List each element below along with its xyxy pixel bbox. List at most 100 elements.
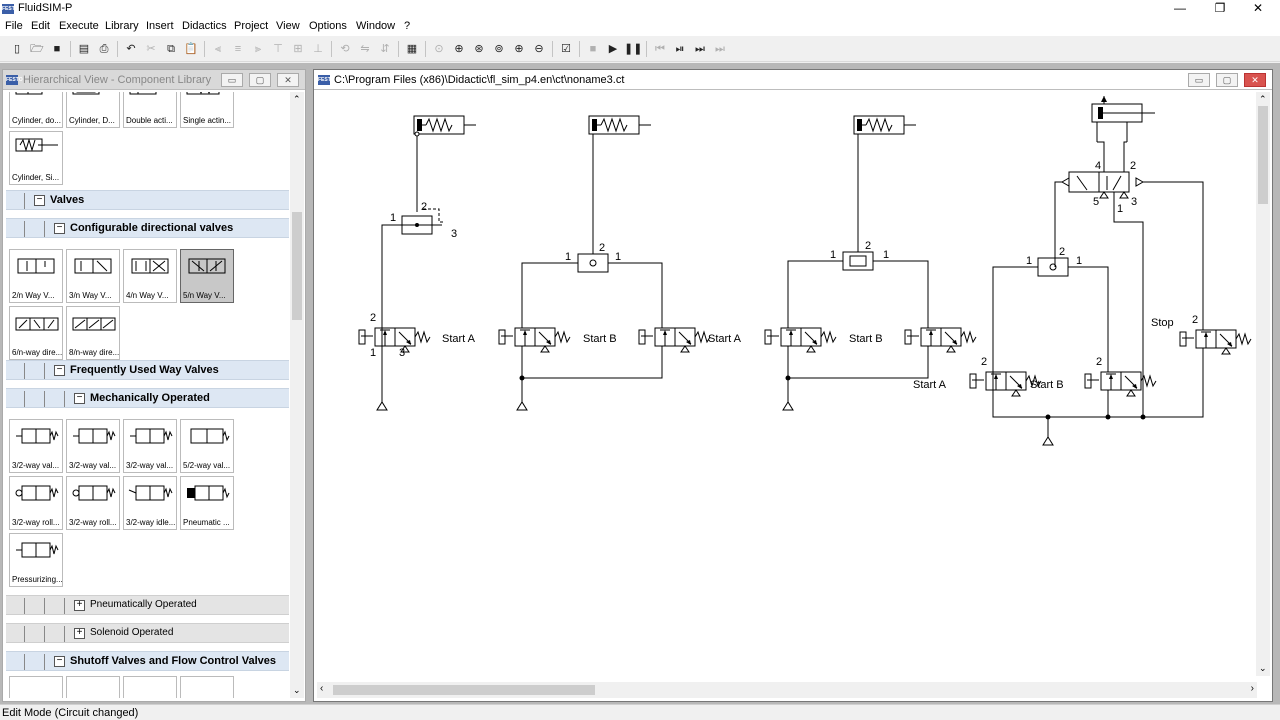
tree-group-mechanically-operated[interactable]: − Mechanically Operated [6, 388, 289, 408]
menu-edit[interactable]: Edit [29, 19, 52, 33]
collapse-icon[interactable]: − [74, 393, 85, 404]
zoom-in-icon[interactable]: ⊕ [510, 40, 528, 58]
close-button[interactable]: ✕ [1238, 0, 1278, 18]
library-tile[interactable]: 3/2-way val... [66, 419, 120, 473]
single-acting-cylinder[interactable] [413, 115, 477, 135]
library-tile[interactable]: Pressurizing... [9, 533, 63, 587]
zoom-last-icon[interactable]: ⊚ [490, 40, 508, 58]
32-way-valve-start-a[interactable] [764, 327, 837, 353]
scroll-left-icon[interactable]: ‹ [320, 683, 323, 694]
library-tile[interactable]: 3/2-way roll... [66, 476, 120, 530]
expand-icon[interactable]: + [74, 600, 85, 611]
library-tile[interactable] [180, 676, 234, 698]
32-way-valve-stop[interactable] [1179, 329, 1252, 355]
32-way-valve-start-b[interactable] [638, 327, 711, 353]
zoom-fit-icon[interactable]: ⊙ [430, 40, 448, 58]
52-way-valve[interactable] [1068, 171, 1100, 193]
mirror-horizontal-icon[interactable]: ⇋ [356, 40, 374, 58]
tree-group-solenoid-operated[interactable]: + Solenoid Operated [6, 623, 289, 643]
print-icon[interactable]: ⎙ [95, 40, 113, 58]
align-left-icon[interactable]: ⫷ [209, 40, 227, 58]
circuit-canvas[interactable]: 2 1 3 2 1 3 2 1 1 Start A Start B 2 1 1 … [317, 92, 1257, 672]
undo-icon[interactable]: ↶ [122, 40, 140, 58]
collapse-icon[interactable]: − [54, 365, 65, 376]
library-tile[interactable]: Single actin... [180, 92, 234, 128]
library-minimize-button[interactable]: ▭ [221, 73, 243, 87]
zoom-window-icon[interactable]: ⊛ [470, 40, 488, 58]
menu-view[interactable]: View [274, 19, 302, 33]
scroll-down-icon[interactable]: ⌄ [293, 685, 301, 696]
circuit-maximize-button[interactable]: ▢ [1216, 73, 1238, 87]
library-tile[interactable]: 8/n-way dire... [66, 306, 120, 360]
play-icon[interactable]: ▶ [604, 40, 622, 58]
menu-execute[interactable]: Execute [57, 19, 101, 33]
library-tile[interactable]: 5/2-way val... [180, 419, 234, 473]
mirror-vertical-icon[interactable]: ⇵ [376, 40, 394, 58]
single-acting-cylinder[interactable] [853, 115, 917, 135]
library-tile[interactable]: Double acti... [123, 92, 177, 128]
tree-group-configurable[interactable]: − Configurable directional valves [6, 218, 289, 238]
open-icon[interactable]: 🗁 [28, 40, 46, 58]
32-way-valve-start-b[interactable] [1084, 371, 1157, 397]
library-tile[interactable]: Cylinder, Si... [9, 131, 63, 185]
library-maximize-button[interactable]: ▢ [249, 73, 271, 87]
library-tile[interactable]: 3/2-way val... [9, 419, 63, 473]
step-icon[interactable]: ⏯ [671, 40, 689, 58]
scroll-thumb[interactable] [1258, 106, 1268, 204]
align-middle-icon[interactable]: ⊞ [289, 40, 307, 58]
library-tile[interactable]: 3/2-way roll... [9, 476, 63, 530]
menu-help[interactable]: ? [402, 19, 412, 33]
fast-forward-icon[interactable]: ⏭ [711, 40, 729, 58]
two-pressure-valve[interactable] [842, 251, 874, 271]
library-tile[interactable]: 6/n-way dire... [9, 306, 63, 360]
shuttle-valve[interactable] [1037, 257, 1069, 277]
cut-icon[interactable]: ✂ [142, 40, 160, 58]
menu-options[interactable]: Options [307, 19, 349, 33]
scroll-up-icon[interactable]: ⌃ [293, 94, 301, 105]
shuttle-valve[interactable] [577, 253, 609, 273]
menu-project[interactable]: Project [232, 19, 270, 33]
circuit-close-button[interactable]: ✕ [1244, 73, 1266, 87]
save-icon[interactable]: ■ [48, 40, 66, 58]
tree-group-shutoff-valves[interactable]: − Shutoff Valves and Flow Control Valves [6, 651, 289, 671]
library-close-button[interactable]: ✕ [277, 73, 299, 87]
library-tile[interactable]: Cylinder, D... [66, 92, 120, 128]
minimize-button[interactable]: — [1160, 0, 1200, 18]
menu-didactics[interactable]: Didactics [180, 19, 229, 33]
zoom-1to1-icon[interactable]: ⊕ [450, 40, 468, 58]
circuit-title-bar[interactable]: FESTO C:\Program Files (x86)\Didactic\fl… [314, 70, 1272, 90]
expand-icon[interactable]: + [74, 628, 85, 639]
library-title-bar[interactable]: FESTO Hierarchical View - Component Libr… [3, 70, 305, 90]
circuit-vertical-scrollbar[interactable]: ⌃ ⌄ [1256, 92, 1270, 676]
library-tile[interactable] [9, 676, 63, 698]
copy-icon[interactable]: ⧉ [162, 40, 180, 58]
tree-group-frequently-used[interactable]: − Frequently Used Way Valves [6, 360, 289, 380]
maximize-button[interactable]: ❐ [1200, 0, 1240, 18]
scroll-thumb[interactable] [333, 685, 595, 695]
library-tile[interactable]: 3/n Way V... [66, 249, 120, 303]
menu-window[interactable]: Window [354, 19, 397, 33]
library-tile[interactable]: 4/n Way V... [123, 249, 177, 303]
scroll-right-icon[interactable]: › [1251, 683, 1254, 694]
reset-icon[interactable]: ⏮ [651, 40, 669, 58]
circuit-horizontal-scrollbar[interactable]: ‹ › [317, 682, 1257, 698]
print-preview-icon[interactable]: ▤ [75, 40, 93, 58]
tree-group-valves[interactable]: − Valves [6, 190, 289, 210]
align-right-icon[interactable]: ⫸ [249, 40, 267, 58]
align-top-icon[interactable]: ⊤ [269, 40, 287, 58]
zoom-out-icon[interactable]: ⊖ [530, 40, 548, 58]
library-tile-selected[interactable]: 5/n Way V... [180, 249, 234, 303]
collapse-icon[interactable]: − [54, 223, 65, 234]
single-acting-cylinder[interactable] [588, 115, 652, 135]
menu-insert[interactable]: Insert [144, 19, 176, 33]
tree-group-pneumatically-operated[interactable]: + Pneumatically Operated [6, 595, 289, 615]
scroll-up-icon[interactable]: ⌃ [1259, 94, 1267, 105]
library-tile[interactable]: Cylinder, do... [9, 92, 63, 128]
library-tile[interactable]: 3/2-way idle... [123, 476, 177, 530]
pause-icon[interactable]: ❚❚ [624, 40, 642, 58]
collapse-icon[interactable]: − [54, 656, 65, 667]
align-center-icon[interactable]: ≡ [229, 40, 247, 58]
library-tile[interactable]: Pneumatic ... [180, 476, 234, 530]
library-tile[interactable]: 2/n Way V... [9, 249, 63, 303]
32-way-valve-start-b[interactable] [904, 327, 977, 353]
